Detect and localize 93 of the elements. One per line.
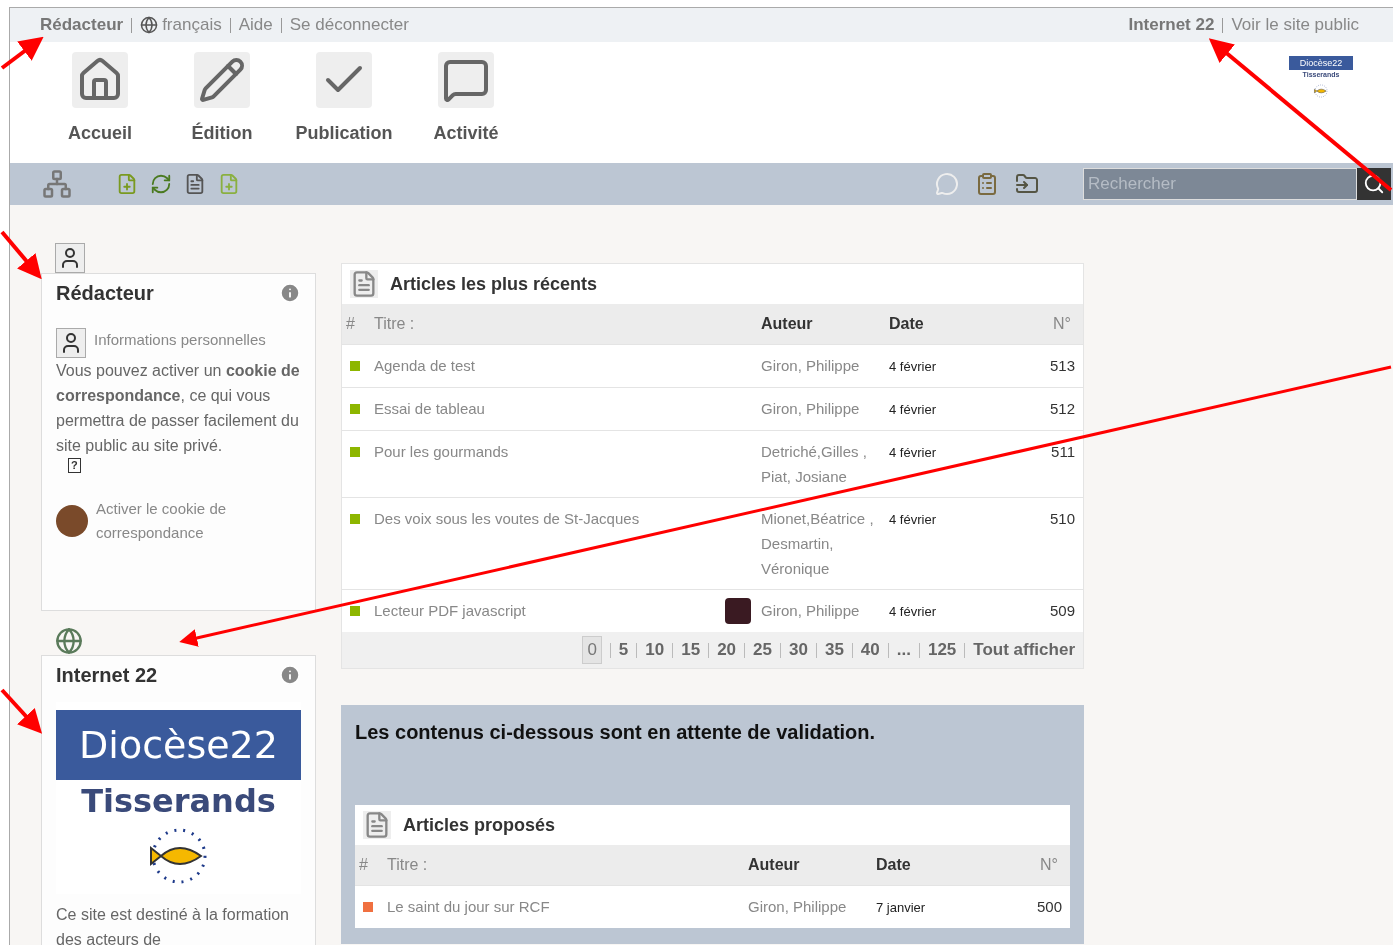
page-link[interactable]: 25	[753, 637, 772, 663]
page-link[interactable]: Tout afficher	[973, 637, 1075, 663]
header-link[interactable]: Se déconnecter	[289, 12, 409, 38]
cookie-explanation: Vous pouvez activer un cookie de correspondance, ce qui vous permettra de passer facilement du site public au site privé.	[56, 361, 301, 456]
public-site-link[interactable]: Voir le site public	[1231, 12, 1359, 38]
page-link[interactable]: 0	[582, 636, 602, 664]
author-cell-text: Giron, Philippe	[761, 399, 861, 419]
page-link[interactable]: 10	[645, 637, 665, 663]
author-cell-text: Mionet,Béatrice , Desmartin, Véronique	[761, 509, 875, 579]
info-icon[interactable]	[279, 664, 301, 686]
nav-tab[interactable]: Activité	[416, 52, 516, 163]
info-icon[interactable]	[279, 282, 301, 304]
article-title-link[interactable]: Essai de tableau	[374, 396, 725, 421]
article-title-link[interactable]: Pour les gourmands	[374, 439, 725, 464]
date-cell-text: 4 février	[889, 444, 937, 462]
search-icon	[1363, 173, 1385, 195]
annotation-arrow	[0, 688, 43, 734]
author-cell-text: Giron, Philippe	[761, 601, 861, 621]
clipboard-icon[interactable]	[975, 172, 999, 196]
globe-icon	[55, 627, 83, 655]
nav-tab[interactable]: Accueil	[50, 52, 150, 163]
date-cell-text: 4 février	[889, 511, 937, 529]
article-title-link[interactable]: Le saint du jour sur RCF	[387, 894, 712, 919]
document-icon[interactable]	[184, 173, 206, 195]
column-header: Auteur	[761, 314, 814, 334]
edit-icon	[194, 52, 250, 108]
panel-title: Articles proposés	[403, 813, 556, 837]
person-icon	[56, 328, 86, 358]
pending-notice: Les contenus ci-dessous sont en attente de validation.	[355, 720, 877, 745]
page-link[interactable]: ...	[896, 637, 911, 663]
column-header: #	[346, 314, 356, 334]
site-name-link[interactable]: Internet 22	[1128, 12, 1215, 38]
author-cell-text: Giron, Philippe	[748, 897, 848, 917]
nav-tab[interactable]: Publication	[294, 52, 394, 163]
person-icon	[55, 243, 85, 273]
personal-info-link[interactable]: Informations personnelles	[94, 328, 266, 352]
logo-name: Diocèse22	[56, 710, 301, 780]
activity-icon	[438, 52, 494, 108]
number-cell-text: 512	[1048, 399, 1076, 419]
annotation-arrow	[0, 230, 42, 280]
header-link[interactable]: Aide	[238, 12, 273, 38]
publish-icon	[316, 52, 372, 108]
column-header: Titre :	[374, 314, 416, 334]
number-cell-text: 510	[1048, 509, 1076, 529]
column-header: N°	[1039, 855, 1059, 875]
panel-title: Internet 22	[56, 663, 158, 688]
date-cell-text: 4 février	[889, 358, 937, 376]
page-link[interactable]: 40	[860, 637, 880, 663]
annotation-arrow	[0, 36, 44, 70]
page-link[interactable]: 30	[789, 637, 808, 663]
column-header: Date	[876, 855, 912, 875]
page-link[interactable]: 15	[681, 637, 701, 663]
author-cell-text: Detriché,Gilles , Piat, Josiane	[761, 442, 868, 487]
articles-icon	[350, 270, 378, 298]
column-header: #	[359, 855, 369, 875]
search-field[interactable]: Rechercher	[1083, 168, 1357, 200]
logo-subtitle: Tisserands	[81, 781, 276, 822]
articles-icon	[363, 811, 391, 839]
article-title-link[interactable]: Agenda de test	[374, 353, 725, 378]
date-cell-text: 7 janvier	[876, 899, 927, 917]
date-cell-text: 4 février	[889, 401, 937, 419]
page-link[interactable]: 35	[824, 637, 844, 663]
author-cell-text: Giron, Philippe	[761, 356, 861, 376]
date-cell-text: 4 février	[889, 603, 937, 621]
number-cell-text: 500	[1035, 897, 1063, 917]
site-description: Ce site est destiné à la formation des acteurs de	[56, 905, 290, 945]
nav-tab[interactable]: Édition	[172, 52, 272, 163]
help-icon[interactable]: ?	[68, 458, 81, 473]
column-header: Titre :	[387, 855, 429, 875]
site-map-icon[interactable]	[42, 169, 72, 199]
column-header: Auteur	[748, 855, 801, 875]
home-icon	[72, 52, 128, 108]
number-cell-text: 513	[1048, 356, 1076, 376]
user-link[interactable]: Rédacteur	[40, 12, 124, 38]
page-link[interactable]: 20	[717, 637, 737, 663]
number-cell-text: 509	[1048, 601, 1076, 621]
logo-name: Diocèse22	[1289, 56, 1353, 70]
cookie-link[interactable]: Activer le cookie de correspondance	[96, 497, 301, 545]
article-title-link[interactable]: Lecteur PDF javascript	[374, 598, 725, 623]
language-link[interactable]: français	[162, 12, 222, 38]
page-link[interactable]: 5	[618, 637, 629, 663]
cookie-icon	[56, 505, 88, 537]
page-link[interactable]: 125	[927, 637, 957, 663]
panel-title: Articles les plus récents	[390, 272, 598, 296]
folder-icon[interactable]	[1015, 172, 1039, 196]
refresh-icon[interactable]	[150, 173, 172, 195]
article-title-link[interactable]: Des voix sous les voutes de St-Jacques	[374, 506, 725, 531]
column-header: Date	[889, 314, 925, 334]
number-cell-text: 511	[1050, 442, 1076, 462]
panel-title: Rédacteur	[56, 281, 154, 306]
column-header: N°	[1052, 314, 1072, 334]
globe-icon	[140, 16, 159, 34]
new-article-icon[interactable]	[116, 173, 138, 195]
